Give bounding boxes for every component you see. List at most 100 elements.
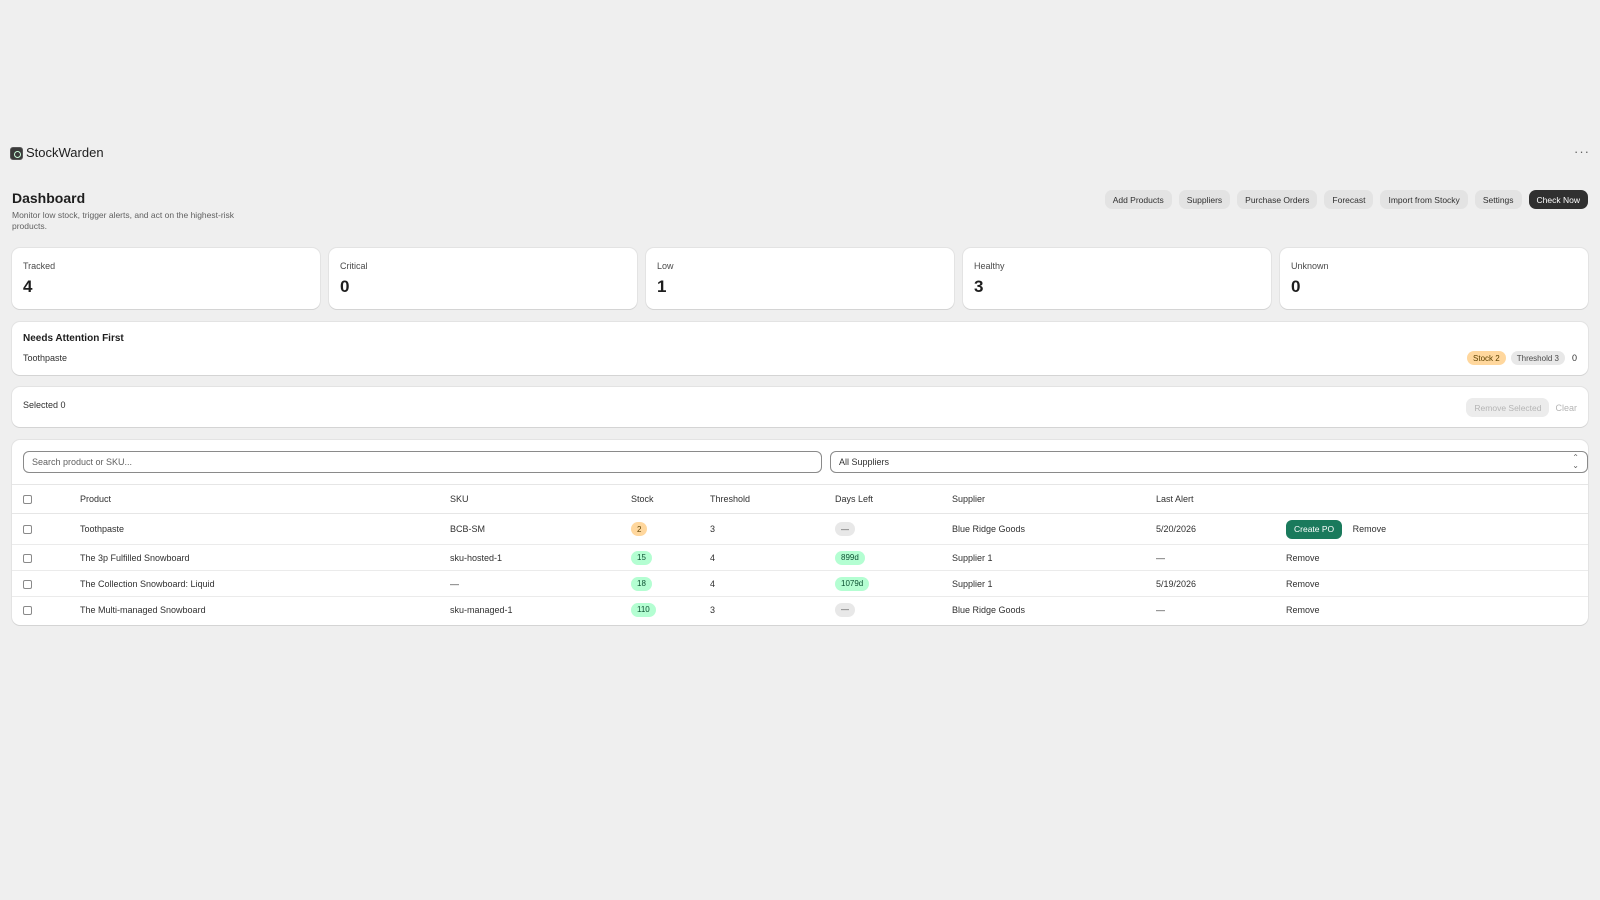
threshold: 3 <box>710 604 716 615</box>
select-all-checkbox[interactable] <box>23 495 32 505</box>
column-header-stock[interactable]: Stock <box>631 484 710 514</box>
stock-badge: 2 <box>631 522 648 536</box>
chevron-up-down-icon: ⌃ ⌄ <box>1572 453 1579 470</box>
stat-value: 0 <box>1291 277 1301 296</box>
column-header-sku[interactable]: SKU <box>450 484 631 514</box>
row-checkbox[interactable] <box>23 525 32 535</box>
stock-cell: 15 <box>631 544 710 571</box>
products-table-card: All Suppliers ⌃⌄ Product SKU Stock Thres… <box>12 440 1588 625</box>
table-row: Toothpaste BCB-SM 2 3 — Blue Ridge Goods… <box>12 513 1588 545</box>
sku: BCB-SM <box>450 513 631 545</box>
last-alert: — <box>1156 544 1286 571</box>
check-now-button[interactable]: Check Now <box>1528 190 1588 209</box>
product-name: The Collection Snowboard: Liquid <box>80 570 450 597</box>
settings-button[interactable]: Settings <box>1474 190 1522 209</box>
column-header-last-alert[interactable]: Last Alert <box>1156 484 1286 514</box>
needs-attention-product: Toothpaste <box>23 353 68 363</box>
row-actions: Remove <box>1286 544 1588 571</box>
days-left-cell: — <box>835 597 952 623</box>
forecast-button[interactable]: Forecast <box>1324 190 1374 209</box>
stat-card-unknown: Unknown 0 <box>1280 248 1588 309</box>
table-row: The Multi-managed Snowboard sku-managed-… <box>12 597 1588 623</box>
more-horizontal-icon[interactable]: ··· <box>1574 144 1590 159</box>
selection-actions: Remove Selected Clear <box>1466 398 1577 417</box>
row-select-cell <box>12 570 80 597</box>
needs-attention-badges: Stock 2 Threshold 3 0 <box>1467 351 1577 365</box>
app-bar: StockWarden ··· <box>0 142 1600 166</box>
stock-cell: 18 <box>631 570 710 597</box>
add-products-button[interactable]: Add Products <box>1104 190 1172 209</box>
row-select-cell <box>12 544 80 571</box>
attention-count: 0 <box>1571 353 1577 363</box>
stock-cell: 2 <box>631 513 710 545</box>
remove-button[interactable]: Remove <box>1353 524 1387 534</box>
table-header-row: Product SKU Stock Threshold Days Left Su… <box>12 484 1588 514</box>
remove-button[interactable]: Remove <box>1286 553 1320 563</box>
row-actions: Remove <box>1286 570 1588 597</box>
page-title: Dashboard <box>12 190 86 206</box>
threshold: 4 <box>710 544 835 571</box>
column-header-days-left[interactable]: Days Left <box>835 484 952 514</box>
column-header-threshold[interactable]: Threshold <box>710 484 835 514</box>
stat-label: Unknown <box>1291 261 1329 271</box>
row-checkbox[interactable] <box>23 605 32 615</box>
clear-button[interactable]: Clear <box>1555 403 1577 413</box>
days-left-badge: — <box>835 602 855 617</box>
header-actions: Add Products Suppliers Purchase Orders F… <box>1104 190 1588 209</box>
column-header-product[interactable]: Product <box>80 484 450 514</box>
stat-value: 1 <box>657 277 667 296</box>
stock-badge: 18 <box>631 576 652 591</box>
product-name: The 3p Fulfilled Snowboard <box>80 544 450 571</box>
supplier-select[interactable]: All Suppliers ⌃ ⌄ <box>830 451 1588 473</box>
products-table: Product SKU Stock Threshold Days Left Su… <box>12 484 1588 623</box>
stat-label: Critical <box>340 261 368 271</box>
stat-card-low: Low 1 <box>646 248 954 309</box>
purchase-orders-button[interactable]: Purchase Orders <box>1237 190 1318 209</box>
threshold: 3 <box>710 513 835 545</box>
row-actions: Remove <box>1286 597 1588 623</box>
stat-value: 3 <box>974 277 984 296</box>
days-left-cell: 1079d <box>835 570 952 597</box>
row-actions: Create PO Remove <box>1286 513 1588 545</box>
stats-row: Tracked 4 Critical 0 Low 1 Healthy 3 Unk… <box>12 248 1588 309</box>
stat-label: Tracked <box>23 261 56 271</box>
create-po-button[interactable]: Create PO <box>1286 519 1343 539</box>
import-from-stocky-button[interactable]: Import from Stocky <box>1380 190 1468 209</box>
needs-attention-card: Needs Attention First Toothpaste Stock 2… <box>12 322 1588 375</box>
search-input[interactable] <box>23 451 822 473</box>
threshold-badge: Threshold 3 <box>1510 351 1565 365</box>
select-all-cell <box>12 484 80 514</box>
product-name: The Multi-managed Snowboard <box>80 604 206 615</box>
stock-cell: 110 <box>631 597 710 623</box>
supplier: Supplier 1 <box>952 570 1156 597</box>
page-subtitle: Monitor low stock, trigger alerts, and a… <box>12 210 235 231</box>
suppliers-button[interactable]: Suppliers <box>1178 190 1231 209</box>
sku: sku-hosted-1 <box>450 544 631 571</box>
supplier: Blue Ridge Goods <box>952 604 1026 615</box>
days-left-badge: — <box>835 522 855 536</box>
remove-button[interactable]: Remove <box>1286 579 1320 589</box>
stat-value: 0 <box>340 277 350 296</box>
supplier: Supplier 1 <box>952 544 1156 571</box>
days-left-cell: — <box>835 513 952 545</box>
selected-count: Selected 0 <box>23 400 66 410</box>
stat-card-healthy: Healthy 3 <box>963 248 1271 309</box>
days-left-cell: 899d <box>835 544 952 571</box>
app-logo-icon <box>10 147 23 160</box>
supplier-select-value: All Suppliers <box>839 457 890 467</box>
table-row: The 3p Fulfilled Snowboard sku-hosted-1 … <box>12 544 1588 571</box>
row-checkbox[interactable] <box>23 579 32 589</box>
product-name: Toothpaste <box>80 513 450 545</box>
last-alert: 5/19/2026 <box>1156 570 1286 597</box>
row-checkbox[interactable] <box>23 553 32 563</box>
stat-card-tracked: Tracked 4 <box>12 248 320 309</box>
remove-selected-button[interactable]: Remove Selected <box>1466 398 1550 417</box>
column-header-actions <box>1286 484 1588 514</box>
stock-badge: Stock 2 <box>1467 351 1506 365</box>
row-select-cell <box>12 513 80 545</box>
threshold: 4 <box>710 570 835 597</box>
remove-button[interactable]: Remove <box>1286 605 1320 615</box>
column-header-supplier[interactable]: Supplier <box>952 484 1156 514</box>
sku: — <box>450 570 631 597</box>
stat-card-critical: Critical 0 <box>329 248 637 309</box>
